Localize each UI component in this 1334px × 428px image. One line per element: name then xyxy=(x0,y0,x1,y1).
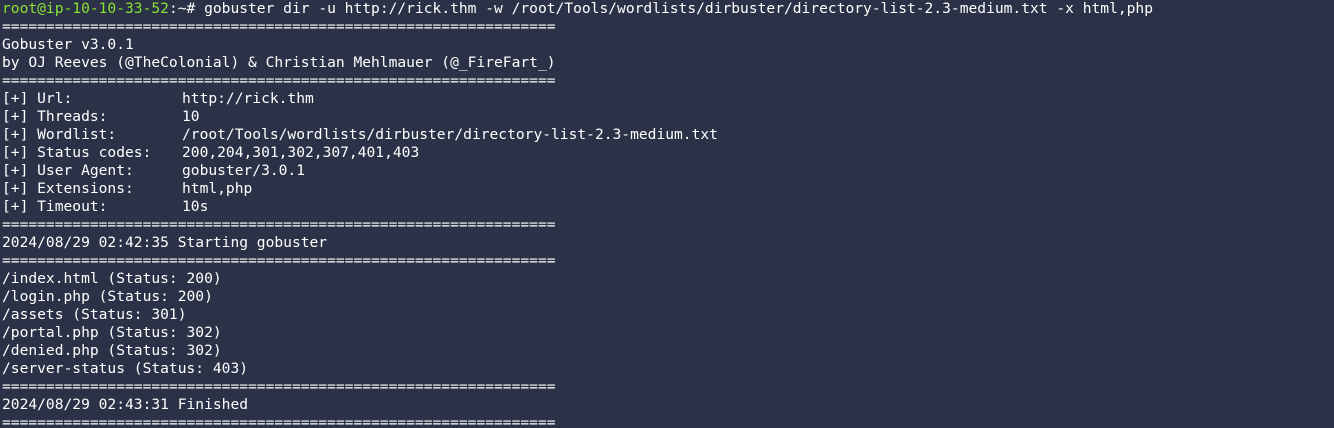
config-key: [+] Url: xyxy=(2,90,73,107)
start-message: 2024/08/29 02:42:35 Starting gobuster xyxy=(2,234,328,251)
separator-line: ========================================… xyxy=(2,414,556,428)
banner-authors: by OJ Reeves (@TheColonial) & Christian … xyxy=(2,54,556,71)
separator-line: ========================================… xyxy=(2,216,556,233)
config-row: [+] Timeout: 10s xyxy=(2,198,1334,216)
command-line: root@ip-10-10-33-52:~# gobuster dir -u h… xyxy=(2,0,1334,18)
config-row: [+] Threads: 10 xyxy=(2,108,1334,126)
prompt-path: :~# xyxy=(168,0,205,17)
separator-line: ========================================… xyxy=(2,72,556,89)
config-key: [+] Threads: xyxy=(2,108,108,125)
separator-line: ========================================… xyxy=(2,18,556,35)
config-value: /root/Tools/wordlists/dirbuster/director… xyxy=(182,126,718,143)
config-row: [+] User Agent: gobuster/3.0.1 xyxy=(2,162,1334,180)
config-value: 10s xyxy=(182,198,209,215)
config-key: [+] Timeout: xyxy=(2,198,108,215)
separator-line: ========================================… xyxy=(2,378,556,395)
config-value: gobuster/3.0.1 xyxy=(182,162,306,179)
banner-version: Gobuster v3.0.1 xyxy=(2,36,134,53)
command-text: gobuster dir -u http://rick.thm -w /root… xyxy=(204,0,1154,17)
config-row: [+] Status codes: 200,204,301,302,307,401… xyxy=(2,144,1334,162)
config-row: [+] Extensions: html,php xyxy=(2,180,1334,198)
result-line: /denied.php (Status: 302) xyxy=(2,342,222,359)
terminal-window[interactable]: root@ip-10-10-33-52:~# gobuster dir -u h… xyxy=(0,0,1334,428)
result-line: /assets (Status: 301) xyxy=(2,306,187,323)
config-key: [+] Status codes: xyxy=(2,144,152,161)
result-line: /portal.php (Status: 302) xyxy=(2,324,222,341)
config-key: [+] Wordlist: xyxy=(2,126,117,143)
result-line: /index.html (Status: 200) xyxy=(2,270,222,287)
config-row: [+] Url: http://rick.thm xyxy=(2,90,1334,108)
config-key: [+] Extensions: xyxy=(2,180,134,197)
result-line: /login.php (Status: 200) xyxy=(2,288,213,305)
config-value: 10 xyxy=(182,108,200,125)
config-value: http://rick.thm xyxy=(182,90,314,107)
separator-line: ========================================… xyxy=(2,252,556,269)
config-key: [+] User Agent: xyxy=(2,162,134,179)
config-value: 200,204,301,302,307,401,403 xyxy=(182,144,420,161)
config-row: [+] Wordlist: /root/Tools/wordlists/dirbu… xyxy=(2,126,1334,144)
result-line: /server-status (Status: 403) xyxy=(2,360,249,377)
config-value: html,php xyxy=(182,180,253,197)
prompt-user-host: root@ip-10-10-33-52 xyxy=(2,0,169,17)
finish-message: 2024/08/29 02:43:31 Finished xyxy=(2,396,249,413)
